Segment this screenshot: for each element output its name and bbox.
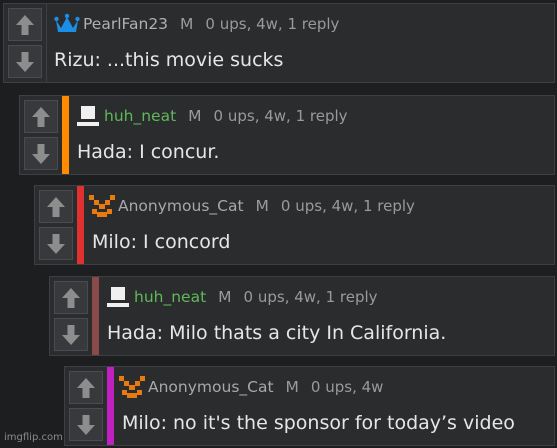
comment-header: PearlFan23 M 0 ups, 4w, 1 reply xyxy=(54,13,339,35)
vote-column xyxy=(35,186,78,264)
upvote-button[interactable] xyxy=(39,190,73,223)
mod-badge: M xyxy=(188,107,202,125)
downvote-button[interactable] xyxy=(69,408,103,441)
up-arrow-icon xyxy=(62,287,80,308)
thread-depth-bar xyxy=(107,367,114,445)
comment-text: Rizu: ...this movie sucks xyxy=(54,49,284,71)
downvote-button[interactable] xyxy=(39,227,73,260)
username-link[interactable]: huh_neat xyxy=(104,107,176,125)
mod-badge: M xyxy=(255,197,269,215)
thread-depth-bar xyxy=(62,96,69,174)
username-link[interactable]: PearlFan23 xyxy=(83,15,168,33)
down-arrow-icon xyxy=(16,51,34,72)
upvote-button[interactable] xyxy=(24,100,58,133)
comment-stats: 0 ups, 4w, 1 reply xyxy=(243,288,378,306)
upvote-button[interactable] xyxy=(69,371,103,404)
username-link[interactable]: huh_neat xyxy=(134,288,206,306)
up-arrow-icon xyxy=(77,377,95,398)
orange-pixel-cat-icon xyxy=(89,195,115,217)
down-arrow-icon xyxy=(32,143,50,164)
mod-badge: M xyxy=(285,378,299,396)
comment-stats: 0 ups, 4w, 1 reply xyxy=(213,107,348,125)
upvote-button[interactable] xyxy=(8,8,42,41)
comment-header: Anonymous_Cat M 0 ups, 4w xyxy=(119,376,383,398)
downvote-button[interactable] xyxy=(8,45,42,78)
mod-badge: M xyxy=(218,288,232,306)
white-computer-icon xyxy=(105,286,131,308)
vote-column xyxy=(20,96,63,174)
blue-crown-icon xyxy=(54,13,80,35)
up-arrow-icon xyxy=(16,14,34,35)
comment-text: Hada: Milo thats a city In California. xyxy=(107,322,447,344)
comment: Anonymous_Cat M 0 ups, 4w Milo: no it's … xyxy=(64,366,555,446)
username-link[interactable]: Anonymous_Cat xyxy=(118,197,244,215)
comment: PearlFan23 M 0 ups, 4w, 1 reply Rizu: ..… xyxy=(3,3,555,83)
mod-badge: M xyxy=(180,15,194,33)
orange-pixel-cat-icon xyxy=(119,376,145,398)
comment-header: huh_neat M 0 ups, 4w, 1 reply xyxy=(75,105,348,127)
vote-column xyxy=(65,367,108,445)
comment-header: huh_neat M 0 ups, 4w, 1 reply xyxy=(105,286,378,308)
vote-column xyxy=(50,277,93,355)
comment-text: Hada: I concur. xyxy=(77,141,220,163)
downvote-button[interactable] xyxy=(54,318,88,351)
comment-header: Anonymous_Cat M 0 ups, 4w, 1 reply xyxy=(89,195,415,217)
comment: huh_neat M 0 ups, 4w, 1 reply Hada: Milo… xyxy=(49,276,555,356)
upvote-button[interactable] xyxy=(54,281,88,314)
up-arrow-icon xyxy=(32,106,50,127)
thread-depth-bar xyxy=(77,186,84,264)
comment-stats: 0 ups, 4w, 1 reply xyxy=(205,15,340,33)
down-arrow-icon xyxy=(47,233,65,254)
downvote-button[interactable] xyxy=(24,137,58,170)
comment-text: Milo: no it's the sponsor for today’s vi… xyxy=(122,412,515,434)
imgflip-watermark: imgflip.com xyxy=(4,432,63,443)
white-computer-icon xyxy=(75,105,101,127)
comment-text: Milo: I concord xyxy=(92,231,231,253)
comment-stats: 0 ups, 4w xyxy=(310,378,384,396)
comment: Anonymous_Cat M 0 ups, 4w, 1 reply Milo:… xyxy=(34,185,555,265)
username-link[interactable]: Anonymous_Cat xyxy=(148,378,274,396)
comment: huh_neat M 0 ups, 4w, 1 reply Hada: I co… xyxy=(19,95,555,175)
down-arrow-icon xyxy=(62,324,80,345)
vote-column xyxy=(4,4,47,82)
down-arrow-icon xyxy=(77,414,95,435)
comment-stats: 0 ups, 4w, 1 reply xyxy=(280,197,415,215)
thread-depth-bar xyxy=(92,277,99,355)
up-arrow-icon xyxy=(47,196,65,217)
